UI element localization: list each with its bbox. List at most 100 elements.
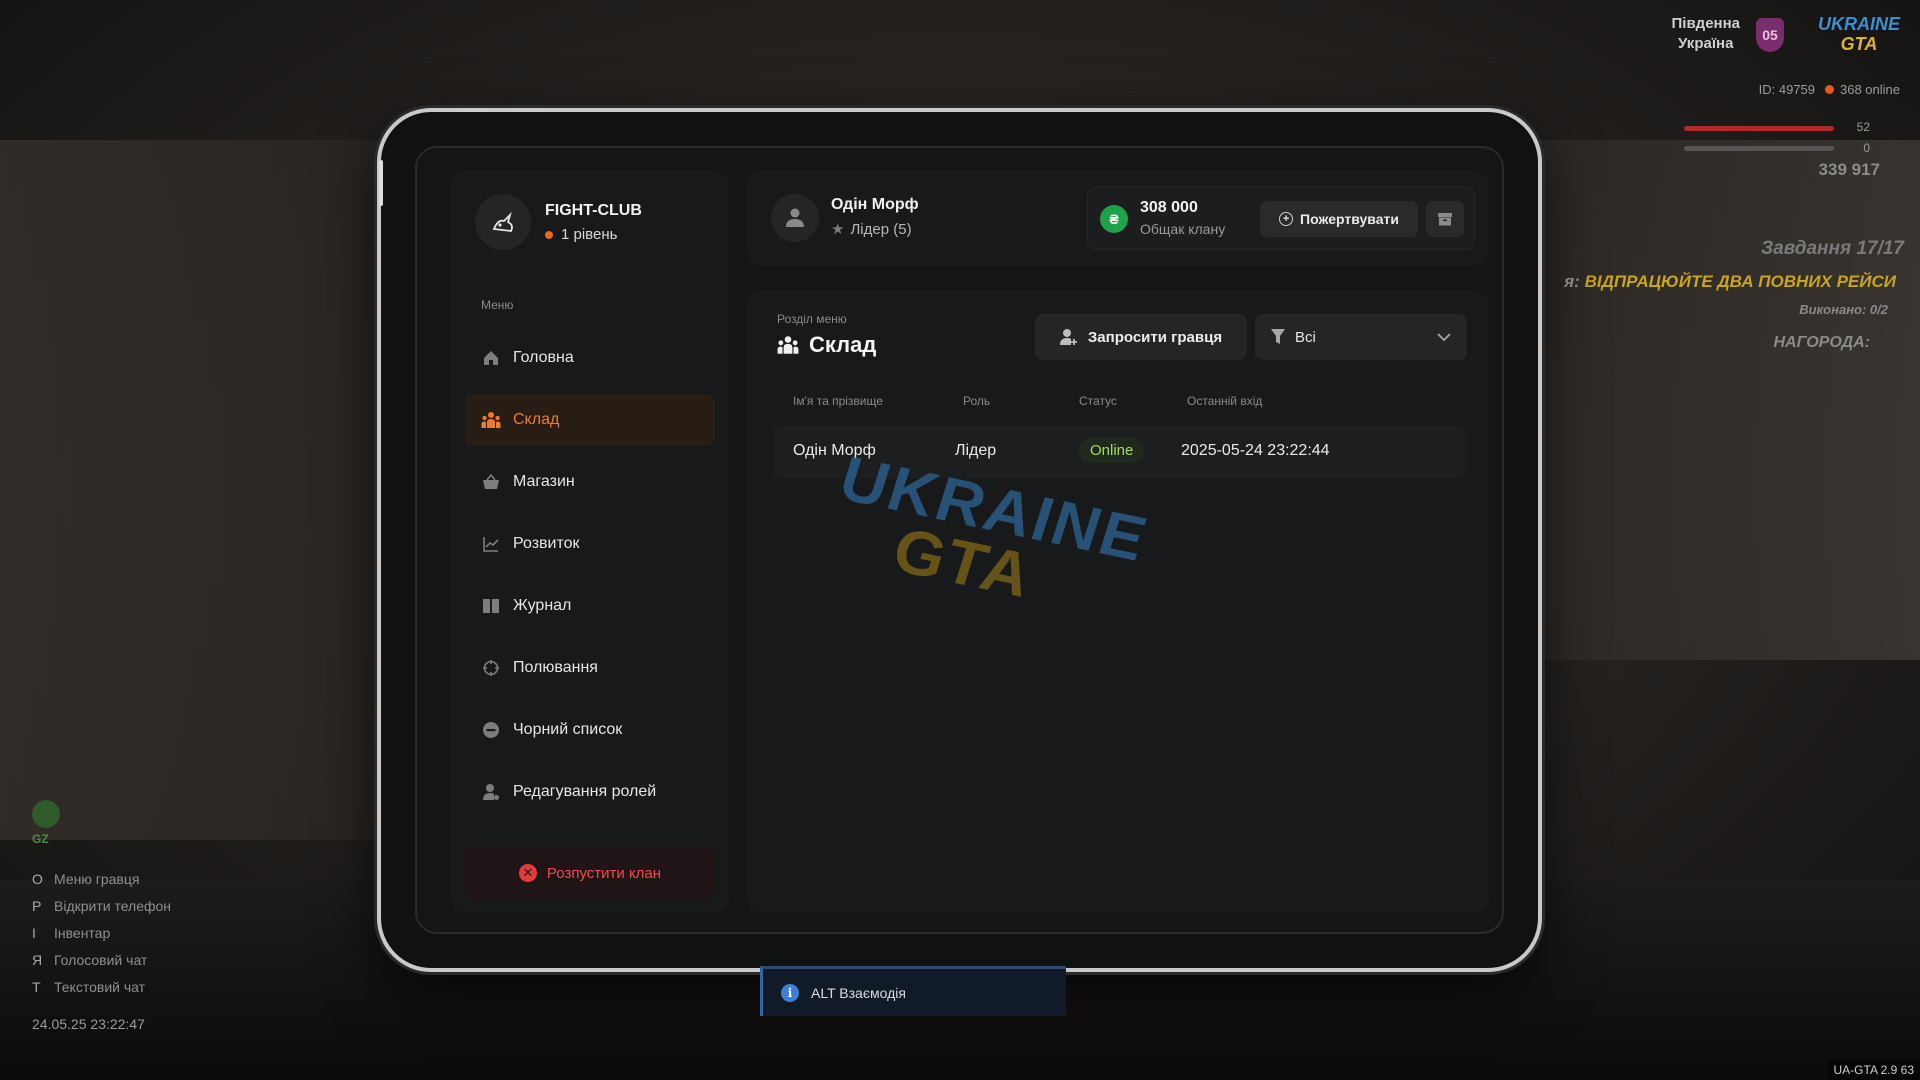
invite-player-button[interactable]: Запросити гравця <box>1035 314 1247 360</box>
menu-title: Меню <box>481 298 514 312</box>
hud-clock: 24.05.25 23:22:47 <box>32 1016 145 1032</box>
background-wall-right <box>1500 140 1920 660</box>
star-icon: ★ <box>831 221 845 238</box>
clan-name: FIGHT-CLUB <box>545 201 642 219</box>
close-circle-icon: ✕ <box>518 864 537 882</box>
donate-button[interactable]: + Пожертвувати <box>1260 201 1418 237</box>
version-text: UA-GTA 2.9 <box>1833 1063 1898 1077</box>
plus-circle-icon: + <box>1279 212 1294 226</box>
hud-stats: ID: 49759 368 online <box>1759 82 1900 97</box>
sidebar-item-journal[interactable]: Журнал <box>465 580 715 632</box>
fps-value: 63 <box>1900 1063 1914 1077</box>
disband-clan-button[interactable]: ✕ Розпустити клан <box>465 847 715 899</box>
sidebar-item-members[interactable]: Склад <box>465 394 715 446</box>
clan-logo-icon <box>475 194 531 250</box>
book-icon <box>481 596 501 616</box>
sidebar-item-label: Редагування ролей <box>513 783 657 800</box>
sidebar-item-shop[interactable]: Магазин <box>465 456 715 508</box>
user-name: Одін Морф <box>831 196 919 213</box>
members-icon <box>481 410 501 430</box>
tablet-screen: FIGHT-CLUB 1 рівень Меню Головна Склад М… <box>415 146 1504 934</box>
quest-panel: Завдання 17/17 я: ВІДПРАЦЮЙТЕ ДВА ПОВНИХ… <box>1564 238 1904 351</box>
donate-label: Пожертвувати <box>1300 211 1399 227</box>
column-last-login: Останній вхід <box>1187 394 1263 408</box>
hint-label: Меню гравця <box>54 871 140 887</box>
key-hints: O Меню гравця P Відкрити телефон I Інвентар… <box>32 866 171 1001</box>
clan-bank: ₴ 308 000 Общак клану + Пожертвувати <box>1087 186 1475 250</box>
disband-clan-label: Розпустити клан <box>546 864 662 882</box>
version-label: UA-GTA 2.9 63 <box>1827 1060 1920 1080</box>
archive-icon <box>1438 213 1452 226</box>
sidebar-item-home[interactable]: Головна <box>465 332 715 384</box>
minus-circle-icon <box>481 720 501 740</box>
members-panel: Розділ меню Склад Запросити гравця Всі І… <box>747 290 1489 912</box>
hint-row: Я Голосовий чат <box>32 947 171 974</box>
clan-sidebar: FIGHT-CLUB 1 рівень Меню Головна Склад М… <box>451 170 729 912</box>
add-user-icon <box>1059 328 1078 346</box>
tablet-top-button <box>509 108 543 112</box>
sidebar-item-label: Склад <box>513 411 560 428</box>
sidebar-item-development[interactable]: Розвиток <box>465 518 715 570</box>
hryvnia-coin-icon: ₴ <box>1100 205 1128 233</box>
hint-key: O <box>32 871 43 887</box>
hint-key: T <box>32 979 41 995</box>
hint-row: O Меню гравця <box>32 866 171 893</box>
bank-history-button[interactable] <box>1426 201 1464 237</box>
sidebar-item-label: Чорний список <box>513 721 623 738</box>
basket-icon <box>481 472 501 492</box>
user-role-text: Лідер (5) <box>850 221 912 238</box>
sidebar-item-label: Журнал <box>513 597 572 614</box>
user-header-card: Одін Морф ★ Лідер (5) ₴ 308 000 Общак кла… <box>747 170 1489 266</box>
section-subtitle: Розділ меню <box>777 312 847 326</box>
hud-region-line2: Україна <box>1678 35 1734 52</box>
player-id: ID: 49759 <box>1758 82 1815 97</box>
bank-amount: 308 000 <box>1140 199 1198 216</box>
sidebar-item-role-editing[interactable]: Редагування ролей <box>465 766 715 818</box>
hud-region: Південна Україна <box>1672 14 1741 54</box>
crosshair-icon <box>481 658 501 678</box>
server-badge: 05 <box>1756 18 1784 52</box>
level-dot-icon <box>545 230 553 239</box>
hint-label: Інвентар <box>54 925 111 941</box>
gps-label: GZ <box>32 832 49 846</box>
armor-value: 0 <box>1863 141 1870 155</box>
hint-key: P <box>32 898 42 914</box>
filter-value: Всі <box>1295 328 1316 346</box>
quest-title: Завдання 17/17 <box>1760 238 1904 259</box>
user-role: ★ Лідер (5) <box>831 220 912 238</box>
quest-task: я: ВІДПРАЦЮЙТЕ ДВА ПОВНИХ РЕЙСИ <box>1564 272 1896 292</box>
sidebar-item-label: Головна <box>513 349 574 366</box>
quest-task-text: ВІДПРАЦЮЙТЕ ДВА ПОВНИХ РЕЙСИ <box>1584 272 1896 291</box>
quest-progress: Виконано: 0/2 <box>1799 302 1888 317</box>
interaction-hint: i ALT Взаємодія <box>760 966 1066 1016</box>
column-role: Роль <box>963 394 991 408</box>
avatar <box>771 194 819 242</box>
page-title-text: Склад <box>809 332 877 357</box>
sidebar-item-blacklist[interactable]: Чорний список <box>465 704 715 756</box>
sidebar-item-hunting[interactable]: Полювання <box>465 642 715 694</box>
tablet-side-button <box>379 160 383 206</box>
clan-level-text: 1 рівень <box>561 225 618 243</box>
status-badge: Online <box>1079 438 1145 463</box>
hint-key: I <box>32 925 36 941</box>
hud-region-line1: Південна <box>1671 15 1741 32</box>
clan-header: FIGHT-CLUB 1 рівень <box>475 194 642 250</box>
sidebar-item-label: Розвиток <box>513 535 580 552</box>
home-icon <box>481 348 501 368</box>
quest-prefix: я: <box>1564 272 1580 291</box>
money-value: 339 917 <box>1818 160 1880 179</box>
server-logo: UKRAINE GTA <box>1818 14 1900 58</box>
info-icon: i <box>781 983 799 1002</box>
user-gear-icon <box>481 782 501 802</box>
user-icon <box>786 208 804 227</box>
background-wall-left <box>0 140 380 840</box>
chart-icon <box>481 534 501 554</box>
online-count: 368 online <box>1840 82 1900 97</box>
role-filter-select[interactable]: Всі <box>1255 314 1467 360</box>
hint-key: Я <box>32 952 43 968</box>
armor-bar <box>1684 146 1834 151</box>
sidebar-menu: Головна Склад Магазин Розвиток Журнал По… <box>465 332 715 828</box>
hint-row: T Текстовий чат <box>32 974 171 1001</box>
health-value: 52 <box>1856 120 1870 134</box>
hint-label: Голосовий чат <box>54 952 148 968</box>
